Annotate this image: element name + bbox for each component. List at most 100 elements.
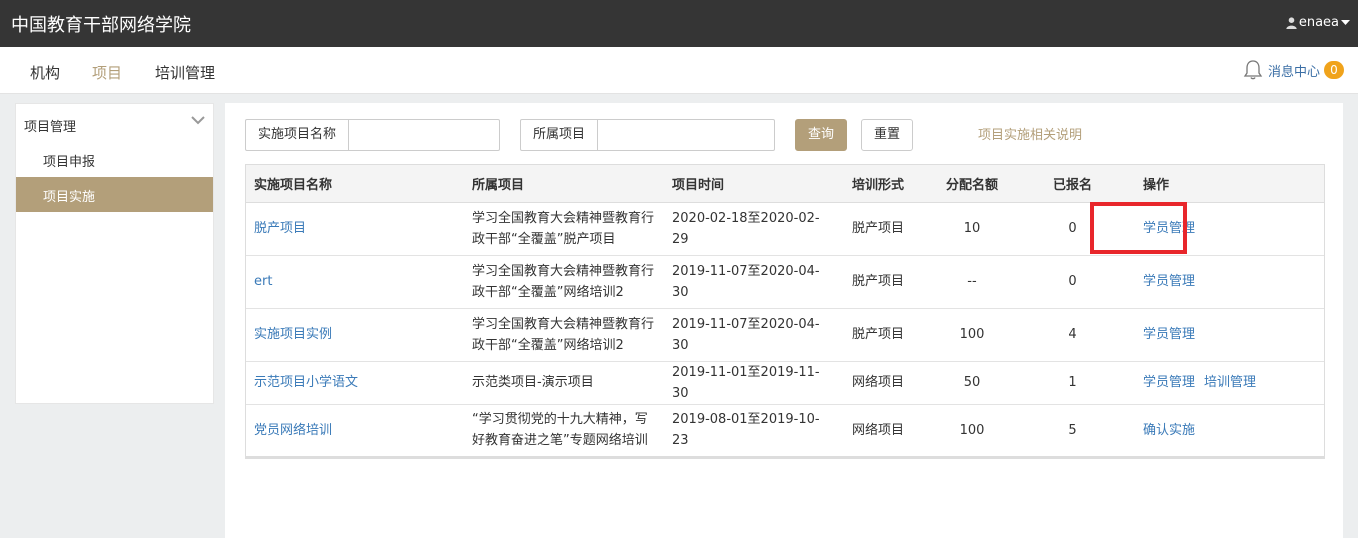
user-icon: [1286, 16, 1297, 29]
query-button[interactable]: 查询: [795, 119, 847, 151]
col-header-actions: 操作: [1135, 165, 1324, 203]
table-row: 党员网络培训 “学习贯彻党的十九大精神，写好教育奋进之笔”专题网络培训 2019-0…: [246, 404, 1324, 456]
row-name-link[interactable]: 实施项目实例: [254, 327, 332, 342]
row-action-link[interactable]: 学员管理: [1143, 327, 1195, 342]
table-cell: 2019-08-01至2019-10-23: [664, 404, 844, 456]
col-header-time: 项目时间: [664, 165, 844, 203]
col-header-enrolled: 已报名: [1010, 165, 1135, 203]
row-action-link[interactable]: 培训管理: [1204, 375, 1256, 390]
row-project: 学习全国教育大会精神暨教育行政干部“全覆盖”脱产项目: [472, 210, 655, 247]
row-enrolled: 5: [1068, 422, 1077, 438]
row-name-link[interactable]: 脱产项目: [254, 221, 306, 236]
table-cell-actions: 学员管理: [1135, 255, 1324, 309]
table-cell: 学习全国教育大会精神暨教育行政干部“全覆盖”网络培训2: [464, 308, 664, 362]
table-cell: 脱产项目: [844, 202, 934, 256]
table-cell-actions: 学员管理 培训管理: [1135, 361, 1324, 405]
bell-icon: [1243, 60, 1263, 80]
table-cell: 1: [1010, 361, 1135, 405]
table-cell: --: [934, 255, 1010, 309]
col-header-name: 实施项目名称: [246, 165, 464, 203]
sidebar-group-project-management[interactable]: 项目管理: [16, 104, 213, 142]
site-title[interactable]: 中国教育干部网络学院: [11, 11, 191, 37]
table-cell: 网络项目: [844, 361, 934, 405]
table-cell: 100: [934, 404, 1010, 456]
row-project: 学习全国教育大会精神暨教育行政干部“全覆盖”网络培训2: [472, 263, 655, 300]
table-cell: 10: [934, 202, 1010, 256]
row-time: 2019-08-01至2019-10-23: [672, 412, 820, 449]
table-row: 脱产项目 学习全国教育大会精神暨教育行政干部“全覆盖”脱产项目 2020-02-18…: [246, 202, 1324, 256]
main-nav: 机构 项目 培训管理 消息中心 0: [0, 47, 1358, 94]
nav-item-org[interactable]: 机构: [30, 62, 60, 83]
sidebar-item-project-application[interactable]: 项目申报: [16, 142, 213, 177]
table-cell: 100: [934, 308, 1010, 362]
row-enrolled: 0: [1068, 274, 1077, 289]
implementation-name-input[interactable]: [349, 120, 532, 150]
table-cell: 4: [1010, 308, 1135, 362]
parent-project-label: 所属项目: [521, 120, 599, 150]
row-time: 2019-11-01至2019-11-30: [672, 364, 820, 401]
implementation-name-label: 实施项目名称: [246, 120, 350, 150]
row-action-link[interactable]: 学员管理: [1143, 375, 1195, 390]
table-cell: 2019-11-07至2020-04-30: [664, 255, 844, 309]
table-cell: 脱产项目: [844, 308, 934, 362]
sidebar-group-label: 项目管理: [24, 120, 77, 135]
table-cell: 示范类项目-演示项目: [464, 361, 664, 405]
table-cell: “学习贯彻党的十九大精神，写好教育奋进之笔”专题网络培训: [464, 404, 664, 456]
table-cell: 50: [934, 361, 1010, 405]
col-header-quota: 分配名额: [934, 165, 1010, 203]
table-header-row: 实施项目名称 所属项目 项目时间 培训形式 分配名额 已报名 操作: [246, 165, 1324, 203]
row-project: “学习贯彻党的十九大精神，写好教育奋进之笔”专题网络培训: [472, 412, 648, 449]
implementation-table: 实施项目名称 所属项目 项目时间 培训形式 分配名额 已报名 操作 脱产项目学习…: [245, 164, 1325, 459]
row-enrolled: 4: [1068, 327, 1077, 342]
table-cell: ert: [246, 255, 464, 309]
table-cell: 2019-11-01至2019-11-30: [664, 361, 844, 405]
row-form: 脱产项目: [852, 327, 905, 342]
row-time: 2019-11-07至2020-04-30: [672, 316, 820, 353]
message-count-badge: 0: [1324, 61, 1344, 79]
implementation-help-link[interactable]: 项目实施相关说明: [978, 124, 1082, 143]
reset-button[interactable]: 重置: [861, 119, 913, 151]
table-cell: 学习全国教育大会精神暨教育行政干部“全覆盖”脱产项目: [464, 202, 664, 256]
nav-item-project[interactable]: 项目: [92, 62, 122, 83]
table-cell: 示范项目小学语文: [246, 361, 464, 405]
table-cell-actions: 学员管理: [1135, 308, 1324, 362]
row-enrolled: 0: [1068, 221, 1077, 236]
row-action-link[interactable]: 学员管理: [1143, 221, 1195, 236]
table-cell: 5: [1010, 404, 1135, 456]
table-cell-actions: 确认实施: [1135, 404, 1324, 456]
table-row: 示范项目小学语文 示范类项目-演示项目 2019-11-01至2019-11-30 网…: [246, 361, 1324, 405]
col-header-form: 培训形式: [844, 165, 934, 203]
row-name-link[interactable]: ert: [254, 274, 272, 289]
table-cell: 脱产项目: [246, 202, 464, 256]
row-enrolled: 1: [1068, 375, 1077, 390]
sidebar-item-project-implementation[interactable]: 项目实施: [16, 177, 213, 212]
table-cell: 0: [1010, 255, 1135, 309]
sidebar: 项目管理 项目申报 项目实施: [15, 103, 214, 404]
user-name: enaea: [1298, 15, 1339, 30]
message-center[interactable]: 消息中心 0: [1242, 59, 1344, 81]
table-cell: 学习全国教育大会精神暨教育行政干部“全覆盖”网络培训2: [464, 255, 664, 309]
table-cell: 0: [1010, 202, 1135, 256]
table-cell: 2019-11-07至2020-04-30: [664, 308, 844, 362]
table-cell: 2020-02-18至2020-02-29: [664, 202, 844, 256]
user-menu[interactable]: enaea: [1286, 15, 1350, 30]
row-project: 示范类项目-演示项目: [472, 375, 594, 390]
row-form: 脱产项目: [852, 274, 905, 289]
row-action-link[interactable]: 确认实施: [1143, 423, 1195, 438]
nav-item-training[interactable]: 培训管理: [155, 62, 215, 83]
parent-project-input[interactable]: [598, 120, 781, 150]
row-form: 网络项目: [852, 375, 905, 390]
top-bar: 中国教育干部网络学院 enaea: [0, 0, 1358, 47]
row-name-link[interactable]: 党员网络培训: [254, 423, 332, 438]
row-action-link[interactable]: 学员管理: [1143, 274, 1195, 289]
table-cell-actions: 学员管理: [1135, 202, 1324, 256]
row-quota: 50: [963, 375, 981, 390]
caret-down-icon: [1341, 19, 1350, 25]
parent-project-filter: 所属项目: [520, 119, 781, 151]
row-quota: 10: [963, 221, 981, 236]
row-time: 2019-11-07至2020-04-30: [672, 263, 820, 300]
row-name-link[interactable]: 示范项目小学语文: [254, 375, 358, 390]
col-header-project: 所属项目: [464, 165, 664, 203]
row-quota: 100: [959, 422, 985, 438]
chevron-down-icon: [191, 116, 205, 125]
